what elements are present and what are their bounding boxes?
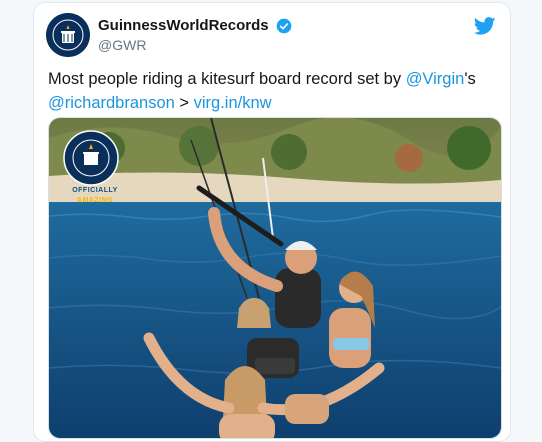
tweet-text: Most people riding a kitesurf board reco… [48, 67, 498, 115]
twitter-bird-icon[interactable] [474, 15, 496, 37]
account-names[interactable]: GuinnessWorldRecords @GWR [98, 17, 292, 53]
tweet-header: GuinnessWorldRecords @GWR [46, 13, 496, 57]
mention-richardbranson-link[interactable]: @richardbranson [48, 94, 175, 112]
tweet-text-part: 's [464, 70, 476, 88]
badge-line-amazing: AMAZING [76, 197, 114, 204]
tweet-text-separator: > [174, 94, 194, 112]
gwr-logo-icon [46, 13, 90, 57]
tweet-card[interactable]: GuinnessWorldRecords @GWR Most people ri… [33, 2, 511, 442]
badge-line-officially: OFFICIALLY [72, 187, 118, 194]
mention-virgin-link[interactable]: @Virgin [406, 70, 465, 88]
tweet-photo[interactable]: OFFICIALLY AMAZING [48, 117, 502, 439]
tweet-text-part: Most people riding a kitesurf board reco… [48, 70, 406, 88]
verified-badge-icon [276, 18, 292, 34]
tweet-url-link[interactable]: virg.in/knw [194, 94, 272, 112]
kitesurf-photo-illustration [49, 118, 501, 438]
account-handle[interactable]: @GWR [98, 37, 292, 53]
officially-amazing-badge: OFFICIALLY AMAZING [65, 186, 125, 206]
display-name[interactable]: GuinnessWorldRecords [98, 17, 269, 34]
avatar[interactable] [46, 13, 90, 57]
